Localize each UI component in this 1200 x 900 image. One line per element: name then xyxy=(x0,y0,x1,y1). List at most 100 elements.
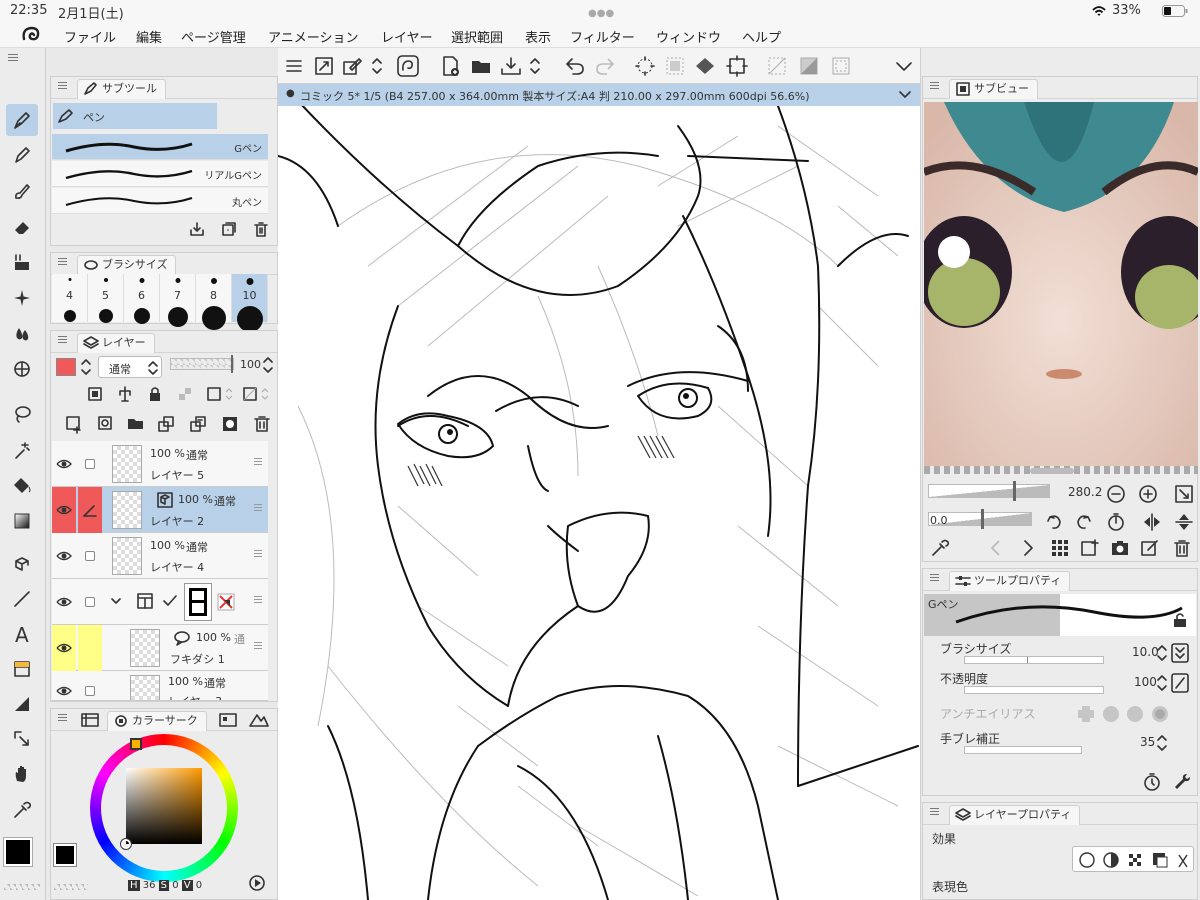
transparent-swatch[interactable] xyxy=(4,884,40,890)
open-folder-icon[interactable] xyxy=(470,55,492,77)
visibility-toggle[interactable] xyxy=(52,441,76,487)
brush-size-tab[interactable]: ブラシサイズ xyxy=(77,255,177,275)
canvas-tab[interactable]: ● コミック 5* 1/5 (B4 257.00 x 364.00mm 製本サイ… xyxy=(278,84,920,106)
line-tool[interactable] xyxy=(6,583,38,615)
color-panel-transparent[interactable] xyxy=(54,884,88,890)
canvas-tab-chevron-icon[interactable] xyxy=(898,88,912,102)
magic-wand-tool[interactable] xyxy=(6,434,38,466)
menu-file[interactable]: ファイル xyxy=(64,27,116,46)
layer-mask-icon[interactable] xyxy=(220,414,240,434)
editing-pen-indicator[interactable] xyxy=(78,487,102,533)
unlock-icon[interactable] xyxy=(1172,612,1188,628)
menu-page[interactable]: ページ管理 xyxy=(181,27,246,46)
edit-mode-icon[interactable] xyxy=(342,56,364,76)
menu-edit[interactable]: 編集 xyxy=(136,27,162,46)
zoom-out-icon[interactable] xyxy=(1106,484,1126,504)
effect-icons[interactable] xyxy=(1077,851,1191,869)
layer-color-stepper-icon[interactable] xyxy=(80,356,92,378)
trash-icon[interactable] xyxy=(252,220,270,238)
lock-transparency-icon[interactable] xyxy=(176,385,194,403)
ruler-option-icon[interactable] xyxy=(242,385,272,403)
visibility-toggle[interactable] xyxy=(52,533,76,579)
lock-icon[interactable] xyxy=(146,385,164,403)
color-set-tab-icon[interactable] xyxy=(81,713,99,727)
menu-animation[interactable]: アニメーション xyxy=(268,27,358,46)
color-mode-toggle-icon[interactable] xyxy=(248,874,266,892)
opacity-value[interactable]: 100 xyxy=(1134,675,1157,689)
mode-stepper-icon[interactable] xyxy=(370,54,384,78)
fill-tool[interactable] xyxy=(6,246,38,278)
brush-size-8[interactable]: 8 xyxy=(196,274,232,330)
stabilization-slider[interactable] xyxy=(964,746,1082,754)
transfer-lower-icon[interactable] xyxy=(156,414,176,434)
deselect-icon[interactable] xyxy=(766,55,788,77)
layer-row[interactable]: 100 % 通 フキダシ 1 xyxy=(52,625,268,671)
invert-selection-icon[interactable] xyxy=(798,55,820,77)
menu-filter[interactable]: フィルター xyxy=(570,27,635,46)
selection-border-icon[interactable] xyxy=(830,55,852,77)
brush-size-value[interactable]: 10.0 xyxy=(1132,645,1159,659)
drag-handle-icon[interactable] xyxy=(254,642,262,651)
stabilization-stepper-icon[interactable] xyxy=(1156,732,1168,754)
rotate-left-icon[interactable] xyxy=(1044,512,1064,532)
save-icon[interactable] xyxy=(500,55,522,77)
hue-picker-handle[interactable] xyxy=(130,738,142,750)
zoom-in-icon[interactable] xyxy=(1138,484,1158,504)
menu-layer[interactable]: レイヤー xyxy=(381,27,433,46)
frame-folder-row[interactable] xyxy=(52,579,268,625)
camera-icon[interactable] xyxy=(1110,538,1130,558)
blend-mode-select[interactable]: 通常 xyxy=(98,356,162,378)
menu-selection[interactable]: 選択範囲 xyxy=(451,27,503,46)
layer-row-selected[interactable]: 100 % 通常 レイヤー 2 xyxy=(52,487,268,533)
wrench-icon[interactable] xyxy=(1172,772,1192,792)
brush-real-g-pen[interactable]: リアルGペン xyxy=(52,161,268,187)
decoration-tool[interactable] xyxy=(6,282,38,314)
layer-color-swatch[interactable] xyxy=(56,358,76,376)
undo-icon[interactable] xyxy=(564,55,586,77)
layer-opacity-handle[interactable] xyxy=(231,355,233,373)
gradient-tool[interactable] xyxy=(6,505,38,537)
visibility-toggle[interactable] xyxy=(52,625,76,671)
stabilization-value[interactable]: 35 xyxy=(1140,735,1155,749)
rotate-right-icon[interactable] xyxy=(1074,512,1094,532)
drag-handle-icon[interactable] xyxy=(254,504,262,513)
subview-grip[interactable] xyxy=(930,82,939,91)
brush-size-10[interactable]: 10 xyxy=(232,274,268,332)
import-icon[interactable] xyxy=(188,220,206,238)
layer-select-check[interactable] xyxy=(78,533,102,579)
blend-tool[interactable] xyxy=(6,317,38,349)
redo-icon[interactable] xyxy=(594,55,616,77)
opacity-stepper-icon[interactable] xyxy=(1156,672,1168,694)
menu-icon[interactable] xyxy=(284,56,304,76)
layer-row[interactable]: 100 % 通常 レイヤー 4 xyxy=(52,533,268,579)
tool-palette-grip[interactable] xyxy=(8,54,18,61)
brush-g-pen[interactable]: Gペン xyxy=(52,134,268,160)
drag-handle-icon[interactable] xyxy=(254,458,262,467)
flip-vertical-icon[interactable] xyxy=(1174,512,1194,532)
menu-view[interactable]: 表示 xyxy=(525,27,551,46)
eraser-tool[interactable] xyxy=(6,211,38,243)
clip-studio-logo-icon[interactable] xyxy=(20,25,42,45)
subtool-grip[interactable] xyxy=(58,82,67,91)
subview-eyedropper-icon[interactable] xyxy=(930,538,950,558)
previous-image-icon[interactable] xyxy=(986,538,1006,558)
visibility-toggle[interactable] xyxy=(52,487,76,533)
layer-opacity-value[interactable]: 100 xyxy=(240,358,261,371)
pen-tool[interactable] xyxy=(6,104,38,136)
save-options-stepper-icon[interactable] xyxy=(528,54,542,78)
brush-size-5[interactable]: 5 xyxy=(88,274,124,323)
next-image-icon[interactable] xyxy=(1018,538,1038,558)
layer-select-check[interactable] xyxy=(78,441,102,487)
intermediate-color-tab-icon[interactable] xyxy=(249,713,269,727)
pressure-opacity-icon[interactable] xyxy=(1170,672,1190,694)
new-folder-icon[interactable] xyxy=(126,414,146,434)
layer-row[interactable]: 100 % 通常 レイヤー 3 xyxy=(52,671,268,701)
bucket-fill-tool[interactable] xyxy=(6,469,38,501)
opacity-slider[interactable] xyxy=(964,686,1104,694)
flip-horizontal-icon[interactable] xyxy=(1142,512,1162,532)
sv-picker-handle[interactable] xyxy=(120,838,132,850)
subview-resize-handle[interactable] xyxy=(1030,468,1074,474)
main-color-swatch[interactable] xyxy=(3,837,33,867)
companion-mode-icon[interactable] xyxy=(396,54,420,78)
transform-icon[interactable] xyxy=(726,55,748,77)
